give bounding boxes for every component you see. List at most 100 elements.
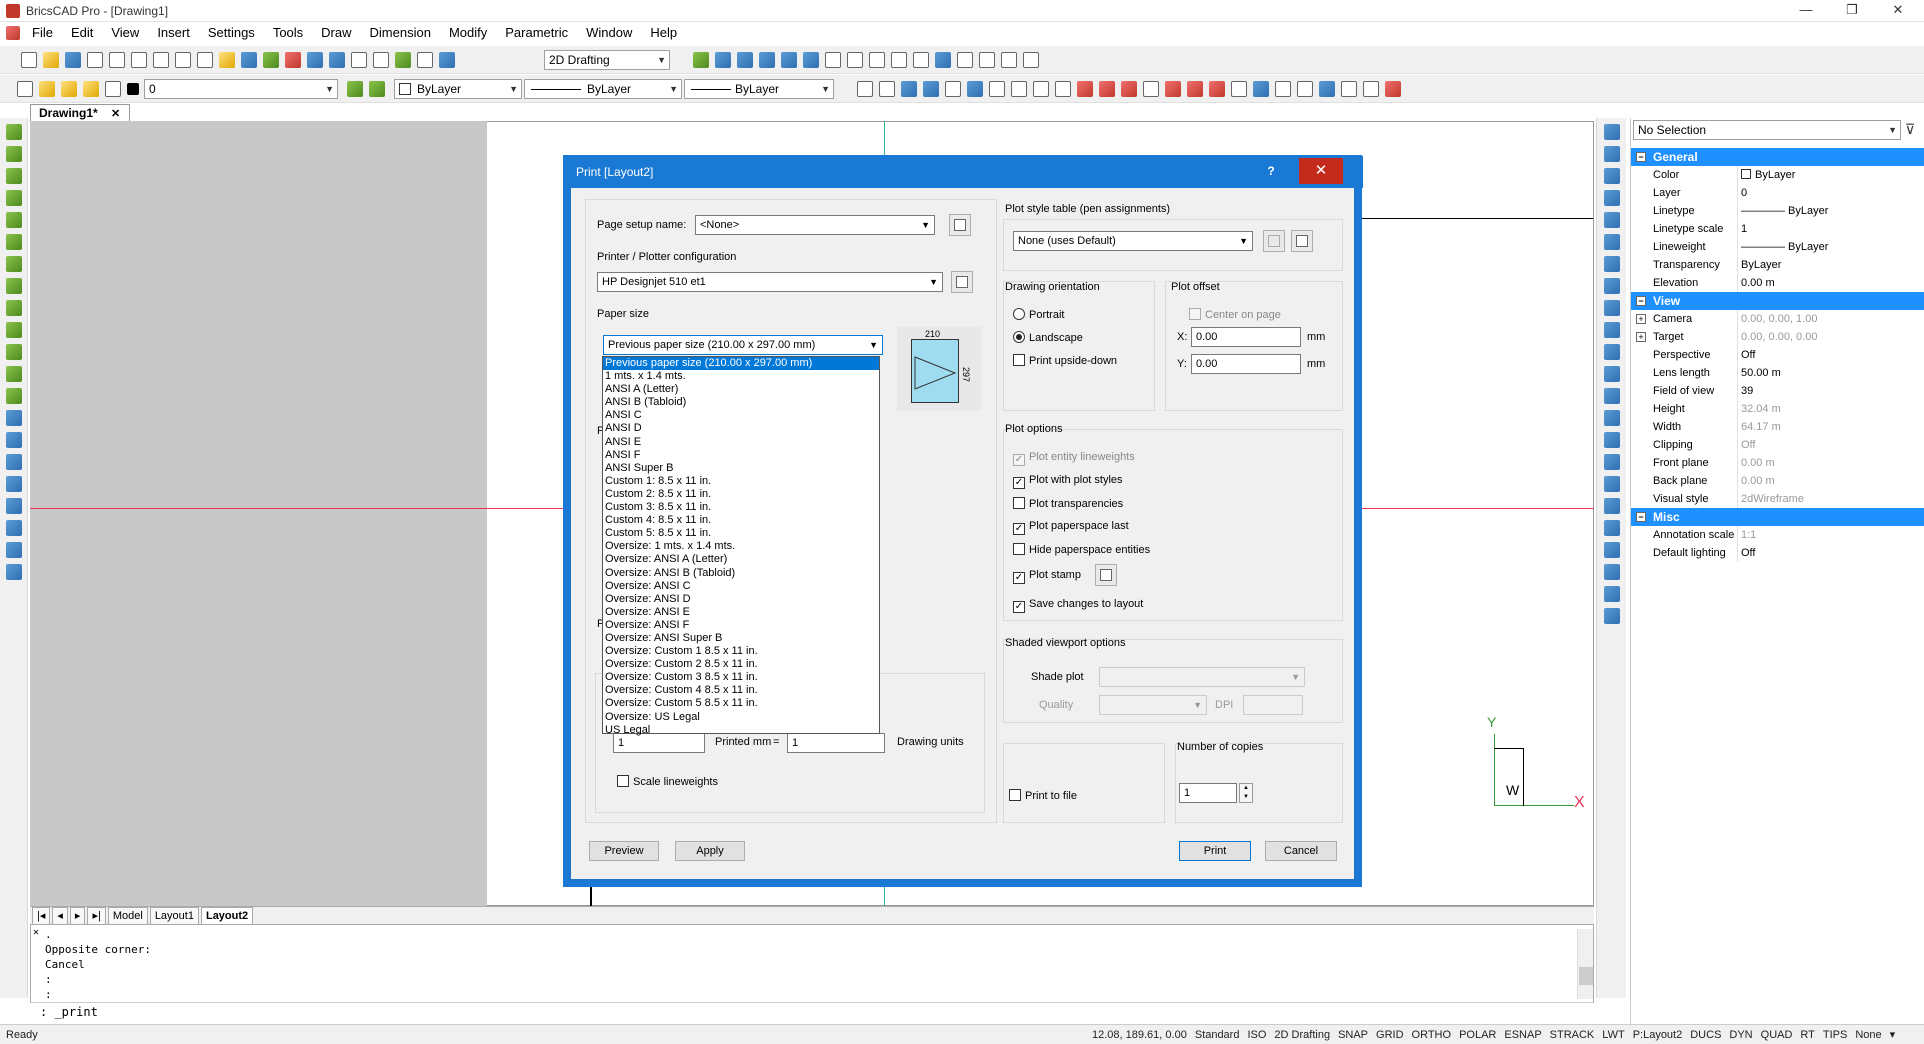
status-ducs[interactable]: DUCS: [1686, 1025, 1725, 1044]
snap-endpoint-icon[interactable]: [857, 81, 873, 97]
plot-style-new-button[interactable]: [1291, 230, 1313, 252]
brush-icon[interactable]: [241, 52, 257, 68]
collapse-icon[interactable]: −: [1636, 152, 1646, 162]
paper-size-option[interactable]: Oversize: ANSI C: [603, 580, 879, 593]
redo-icon[interactable]: [329, 52, 345, 68]
print-button[interactable]: Print: [1179, 841, 1251, 861]
paper-size-option[interactable]: Custom 3: 8.5 x 11 in.: [603, 501, 879, 514]
wipeout-icon[interactable]: [6, 388, 22, 404]
cancel-button[interactable]: Cancel: [1265, 841, 1337, 861]
property-value[interactable]: ByLayer: [1737, 256, 1923, 274]
layer-previous-icon[interactable]: [369, 81, 385, 97]
paper-size-option[interactable]: ANSI E: [603, 436, 879, 449]
snap-midpoint-icon[interactable]: [879, 81, 895, 97]
snap-insertion-icon[interactable]: [1099, 81, 1115, 97]
command-scrollbar[interactable]: [1577, 929, 1593, 999]
plot-option-checkbox[interactable]: ✓ Plot with plot styles: [1013, 474, 1123, 489]
arc-icon[interactable]: [6, 190, 22, 206]
property-group-view[interactable]: − View: [1631, 292, 1924, 310]
block-icon[interactable]: [263, 52, 279, 68]
sheet-icon[interactable]: [1001, 52, 1017, 68]
property-value[interactable]: 39: [1737, 382, 1923, 400]
paper-size-select[interactable]: Previous paper size (210.00 x 297.00 mm)…: [603, 335, 883, 355]
linetype-select[interactable]: ByLayer ▼: [524, 79, 682, 99]
boundary-icon[interactable]: [6, 344, 22, 360]
property-row[interactable]: Layer 0: [1631, 184, 1924, 202]
dot-icon[interactable]: [1363, 81, 1379, 97]
snap-off-icon[interactable]: [1385, 81, 1401, 97]
shade-plot-select[interactable]: ▼: [1099, 667, 1305, 687]
plot-style-select[interactable]: None (uses Default) ▼: [1013, 231, 1253, 251]
menu-insert[interactable]: Insert: [148, 22, 199, 44]
snap-perpendicular-icon[interactable]: [1033, 81, 1049, 97]
center-on-page-checkbox[interactable]: Center on page: [1189, 308, 1281, 322]
copies-input[interactable]: 1: [1179, 783, 1237, 803]
property-row[interactable]: Height 32.04 m: [1631, 400, 1924, 418]
property-value[interactable]: ByLayer: [1737, 166, 1923, 184]
status-grid[interactable]: GRID: [1372, 1025, 1408, 1044]
point-icon[interactable]: [6, 278, 22, 294]
copy-icon[interactable]: [175, 52, 191, 68]
close-button[interactable]: ✕: [1876, 0, 1920, 22]
property-row[interactable]: Back plane 0.00 m: [1631, 472, 1924, 490]
snap-node-icon[interactable]: [1077, 81, 1093, 97]
status-menu-icon[interactable]: ▾: [1886, 1025, 1900, 1044]
table-icon[interactable]: [6, 410, 22, 426]
property-row[interactable]: Visual style 2dWireframe: [1631, 490, 1924, 508]
status-lwt[interactable]: LWT: [1598, 1025, 1628, 1044]
paper-size-option[interactable]: Custom 1: 8.5 x 11 in.: [603, 475, 879, 488]
layers-icon[interactable]: [373, 52, 389, 68]
layer-select[interactable]: 0 ▼: [144, 79, 338, 99]
property-value[interactable]: 1:1: [1737, 526, 1923, 544]
polyline-icon[interactable]: [6, 146, 22, 162]
layer-manager-icon[interactable]: [17, 81, 33, 97]
plot-stamp-settings-button[interactable]: [1095, 564, 1117, 586]
property-value[interactable]: 0.00 m: [1737, 472, 1923, 490]
filter-icon[interactable]: ⊽: [1905, 121, 1915, 138]
workspace-select[interactable]: 2D Drafting ▼: [544, 50, 670, 70]
undo-icon[interactable]: [307, 52, 323, 68]
grip-icon[interactable]: [1341, 81, 1357, 97]
tab-model[interactable]: Model: [107, 906, 148, 925]
status-ortho[interactable]: ORTHO: [1408, 1025, 1456, 1044]
paper-size-option[interactable]: Oversize: Custom 5 8.5 x 11 in.: [603, 697, 879, 710]
fillet-icon[interactable]: [1604, 410, 1620, 426]
zoom-window-icon[interactable]: [759, 52, 775, 68]
paper-size-option[interactable]: ANSI C: [603, 409, 879, 422]
status-esnap[interactable]: ESNAP: [1500, 1025, 1545, 1044]
bulb-icon[interactable]: [39, 81, 55, 97]
circle-icon[interactable]: [6, 212, 22, 228]
cut-icon[interactable]: [153, 52, 169, 68]
offset-icon[interactable]: [1604, 234, 1620, 250]
publish-icon[interactable]: [131, 52, 147, 68]
chamfer-icon[interactable]: [1604, 388, 1620, 404]
status-textstyle[interactable]: Standard: [1191, 1025, 1244, 1044]
mtext-icon[interactable]: [6, 454, 22, 470]
property-row[interactable]: Elevation 0.00 m: [1631, 274, 1924, 292]
measure-icon[interactable]: [1604, 520, 1620, 536]
status-quad[interactable]: QUAD: [1757, 1025, 1797, 1044]
status-dyn[interactable]: DYN: [1725, 1025, 1756, 1044]
property-row[interactable]: Transparency ByLayer: [1631, 256, 1924, 274]
layer-state-icon[interactable]: [347, 81, 363, 97]
status-dimstyle[interactable]: ISO: [1243, 1025, 1270, 1044]
lineweight-select[interactable]: ByLayer ▼: [684, 79, 834, 99]
snap-apparent-icon[interactable]: [923, 81, 939, 97]
status-polar[interactable]: POLAR: [1455, 1025, 1500, 1044]
spell-icon[interactable]: [6, 564, 22, 580]
snap-tangent-icon[interactable]: [1011, 81, 1027, 97]
break-icon[interactable]: [1604, 344, 1620, 360]
divide-icon[interactable]: [1604, 498, 1620, 514]
snap-intersection-icon[interactable]: [901, 81, 917, 97]
status-workspace[interactable]: 2D Drafting: [1270, 1025, 1334, 1044]
copy-entity-icon[interactable]: [1604, 146, 1620, 162]
property-value[interactable]: ———— ByLayer: [1737, 202, 1923, 220]
tab-prev-icon[interactable]: ◂: [52, 906, 68, 925]
print-icon[interactable]: [109, 52, 125, 68]
status-snap[interactable]: SNAP: [1334, 1025, 1372, 1044]
scale-lineweights-checkbox[interactable]: Scale lineweights: [617, 775, 718, 789]
extend-icon[interactable]: [1604, 322, 1620, 338]
tab-next-icon[interactable]: ▸: [69, 906, 86, 925]
settings-icon[interactable]: [417, 52, 433, 68]
zoom-out-icon[interactable]: [737, 52, 753, 68]
